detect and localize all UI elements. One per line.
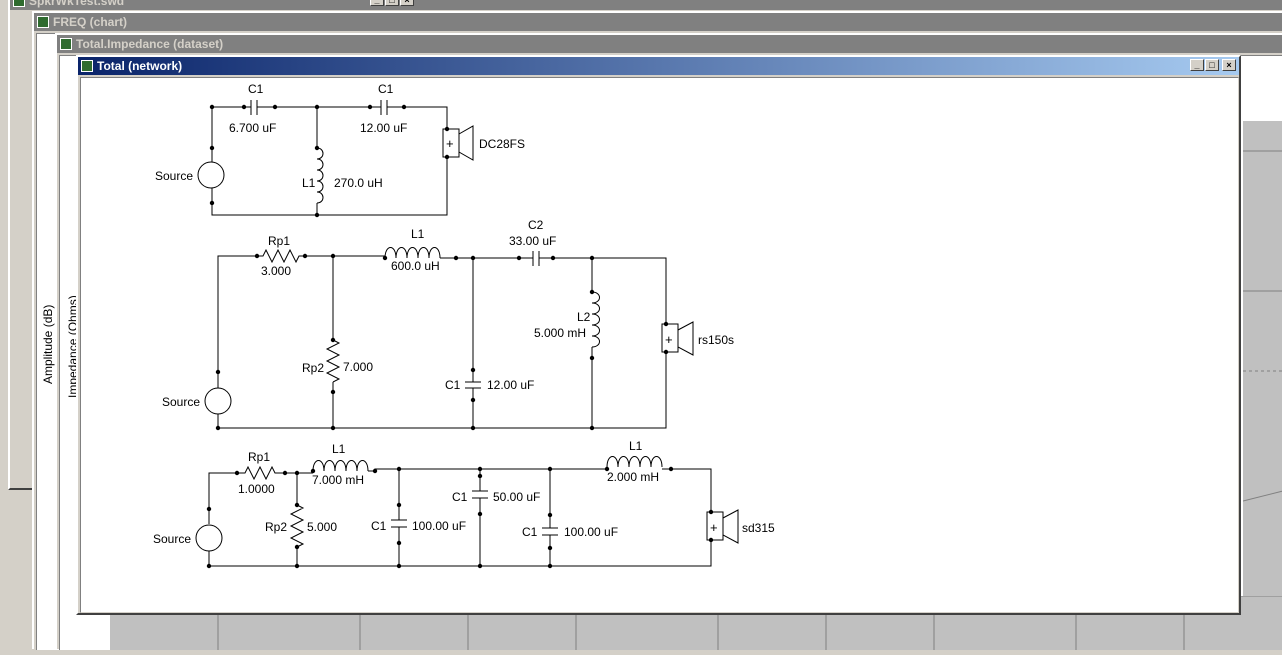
c1b-value: 12.00 uF [360, 121, 407, 135]
c2-value: 33.00 uF [509, 234, 556, 248]
l2-value: 5.000 mH [534, 326, 586, 340]
l1-inductor[interactable] [316, 147, 324, 204]
l2-inductor[interactable] [591, 291, 600, 348]
l1-inductor-2[interactable] [384, 247, 441, 259]
c1c-value-3: 100.00 uF [564, 525, 618, 539]
c1a-value-3: 100.00 uF [412, 519, 466, 533]
c1a-name-3: C1 [371, 519, 387, 533]
l1-name-3: L1 [332, 442, 346, 456]
c1c-capacitor-3[interactable] [542, 469, 558, 566]
source-1-label: Source [155, 169, 193, 183]
close-button[interactable]: × [1222, 59, 1236, 71]
maximize-button[interactable]: □ [385, 0, 399, 6]
rp1-resistor-3[interactable] [237, 465, 285, 481]
minimize-button[interactable]: _ [1190, 59, 1204, 71]
plot-curve [1242, 150, 1282, 502]
c1b-capacitor[interactable] [380, 100, 388, 115]
rp2-name-3: Rp2 [265, 520, 287, 534]
driver-1-name: DC28FS [479, 137, 525, 151]
c1b-name: C1 [378, 82, 394, 96]
driver-2-plus: + [665, 332, 673, 347]
source-3-label: Source [153, 532, 191, 546]
impedance-dataset-titlebar[interactable]: Total.Impedance (dataset) [57, 35, 1282, 53]
l1b-name-3: L1 [629, 439, 643, 453]
impedance-dataset-title: Total.Impedance (dataset) [76, 37, 224, 51]
l1b-value-3: 2.000 mH [607, 470, 659, 484]
c1b-capacitor-3[interactable] [472, 469, 488, 566]
freq-chart-titlebar[interactable]: FREQ (chart) [34, 13, 1282, 31]
minimize-button[interactable]: _ [370, 0, 384, 6]
c2-name: C2 [528, 218, 544, 232]
c1a-value: 6.700 uF [229, 121, 276, 135]
circuit-1 [197, 100, 474, 218]
l1-value-3: 7.000 mH [312, 473, 364, 487]
rp1-name-3: Rp1 [248, 450, 270, 464]
source-3[interactable] [195, 524, 223, 552]
driver-3-name: sd315 [742, 521, 775, 535]
l1-name: L1 [302, 176, 316, 190]
amplitude-axis-label: Amplitude (dB) [41, 304, 55, 384]
l1b-inductor-3[interactable] [606, 456, 663, 468]
c1-value-2: 12.00 uF [487, 378, 534, 392]
network-icon [81, 60, 93, 72]
top-file-titlebar[interactable]: SpkrWkTest.swd _ □ × [10, 0, 1282, 10]
rp1-name: Rp1 [268, 234, 290, 248]
c1b-value-3: 50.00 uF [493, 490, 540, 504]
rp2-value-3: 5.000 [307, 520, 337, 534]
c1-capacitor-2[interactable] [465, 381, 481, 389]
driver-1-plus: + [446, 136, 454, 151]
l1-name-2: L1 [411, 227, 425, 241]
network-canvas[interactable]: C1 6.700 uF C1 12.00 uF L1 270.0 uH Sour… [80, 77, 1239, 613]
rp2-resistor[interactable] [325, 339, 341, 383]
schematic: C1 6.700 uF C1 12.00 uF L1 270.0 uH Sour… [153, 82, 775, 569]
close-button[interactable]: × [400, 0, 414, 6]
driver-3-plus: + [710, 520, 718, 535]
c1c-name-3: C1 [522, 525, 538, 539]
freq-chart-title: FREQ (chart) [53, 15, 128, 29]
rp1-value: 3.000 [261, 264, 291, 278]
c1b-name-3: C1 [452, 490, 468, 504]
l1-value: 270.0 uH [334, 176, 383, 190]
l2-name: L2 [577, 310, 591, 324]
network-window: Total (network) _ □ × C1 6.700 uF C1 12.… [76, 55, 1241, 615]
source-1[interactable] [197, 161, 225, 189]
network-titlebar[interactable]: Total (network) _ □ × [78, 57, 1239, 75]
network-title: Total (network) [97, 59, 183, 73]
c1-name-2: C1 [445, 378, 461, 392]
window-icon [13, 0, 25, 7]
rp2-name: Rp2 [302, 361, 324, 375]
rp2-resistor-3[interactable] [289, 504, 305, 548]
chart-icon [37, 16, 49, 28]
l1-inductor-3[interactable] [312, 460, 369, 472]
l1-value-2: 600.0 uH [391, 259, 440, 273]
maximize-button[interactable]: □ [1205, 59, 1219, 71]
rp1-resistor[interactable] [257, 248, 305, 264]
driver-2-name: rs150s [698, 333, 734, 347]
c1a-capacitor[interactable] [250, 100, 258, 115]
impedance-plot-right-strip [1242, 121, 1282, 596]
c1a-capacitor-3[interactable] [391, 469, 407, 566]
c1a-name: C1 [248, 82, 264, 96]
source-2-label: Source [162, 395, 200, 409]
top-file-title: SpkrWkTest.swd [29, 0, 125, 8]
rp1-value-3: 1.0000 [238, 482, 275, 496]
source-2[interactable] [204, 387, 232, 415]
rp2-value: 7.000 [343, 360, 373, 374]
dataset-icon [60, 38, 72, 50]
c2-capacitor[interactable] [532, 251, 540, 266]
